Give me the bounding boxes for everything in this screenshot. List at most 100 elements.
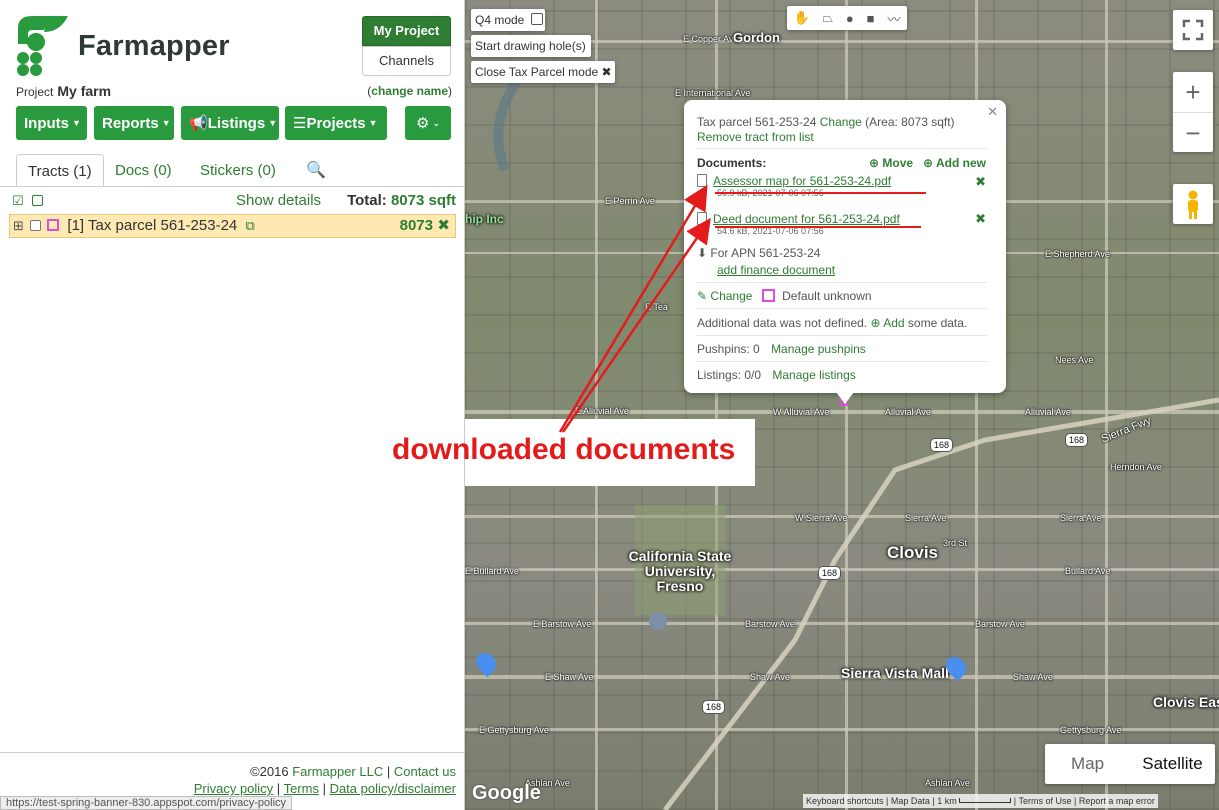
keyboard-shortcuts-link[interactable]: Keyboard shortcuts: [806, 796, 884, 806]
file-icon: [697, 174, 707, 187]
copy-icon[interactable]: ⧉: [245, 218, 254, 233]
tab-tracts[interactable]: Tracts (1): [16, 154, 104, 187]
manage-pushpins-link[interactable]: Manage pushpins: [771, 342, 866, 356]
parcel-info-popup: ✕ Tax parcel 561-253-24 Change (Area: 80…: [684, 100, 1006, 393]
contact-link[interactable]: Contact us: [394, 764, 456, 779]
q4-mode-checkbox[interactable]: [530, 13, 543, 25]
plus-circle-icon: ⊕: [870, 316, 881, 330]
company-link[interactable]: Farmapper LLC: [292, 764, 383, 779]
caret-down-icon: ▼: [368, 118, 378, 128]
inputs-menu-button[interactable]: Inputs ▼: [16, 106, 87, 140]
megaphone-icon: 📢: [189, 115, 208, 132]
total-area: Total: 8073 sqft: [347, 192, 456, 209]
terms-link[interactable]: Terms: [284, 781, 319, 796]
privacy-link[interactable]: Privacy policy: [194, 781, 273, 796]
road-label: E Bullard Ave: [465, 566, 519, 576]
close-tax-parcel-button[interactable]: Close Tax Parcel mode ✖: [471, 61, 615, 83]
road-label: Ashlan Ave: [925, 778, 970, 788]
document-link[interactable]: Deed document for 561-253-24.pdf: [713, 212, 900, 226]
polygon-icon[interactable]: ⏢: [823, 10, 833, 26]
place-label: Clovis: [887, 543, 939, 562]
start-drawing-holes-button[interactable]: Start drawing hole(s): [471, 35, 591, 57]
road-label: E Copper Ave: [683, 34, 739, 44]
add-finance-document-link[interactable]: add finance document: [717, 263, 835, 277]
tab-docs[interactable]: Docs (0): [104, 154, 183, 187]
tract-label[interactable]: [1] Tax parcel 561-253-24: [67, 217, 237, 234]
my-project-button[interactable]: My Project: [362, 16, 451, 46]
channels-button[interactable]: Channels: [362, 46, 451, 76]
fullscreen-button[interactable]: [1173, 10, 1213, 50]
remove-tract-icon[interactable]: ✖: [437, 215, 450, 237]
remove-tract-link[interactable]: Remove tract from list: [697, 130, 814, 144]
chevron-down-icon: ⌄: [432, 118, 440, 128]
highway-shield: 168: [818, 566, 842, 580]
tab-divider: [0, 186, 465, 187]
road-label: Herndon Ave: [1110, 462, 1162, 472]
road-label: W Sierra Ave: [795, 513, 848, 523]
street-view-pegman-icon[interactable]: [1173, 184, 1213, 224]
expand-icon[interactable]: ⊞: [13, 218, 24, 233]
project-row: Project My farm (change name): [16, 83, 452, 99]
search-icon[interactable]: 🔍: [295, 154, 337, 187]
uncheck-all-checkbox[interactable]: [31, 195, 43, 206]
school-pin-icon[interactable]: [649, 612, 667, 630]
parcel-color-swatch[interactable]: [47, 219, 60, 231]
apn-text: For APN 561-253-24: [710, 246, 821, 260]
add-new-document-button[interactable]: ⊕ Add new: [923, 156, 986, 170]
listings-menu-button[interactable]: 📢Listings ▼: [181, 106, 279, 140]
rectangle-icon[interactable]: ■: [867, 11, 875, 26]
road-label: Alluvial Ave: [885, 407, 931, 417]
road-label: Barstow Ave: [745, 619, 795, 629]
terms-of-use-link[interactable]: Terms of Use: [1018, 796, 1071, 806]
road-label: Alluvial Ave: [1025, 407, 1071, 417]
circle-icon[interactable]: ●: [846, 11, 854, 26]
map-data-link[interactable]: Map Data: [891, 796, 930, 806]
map-type-satellite-button[interactable]: Satellite: [1130, 744, 1215, 784]
change-parcel-link[interactable]: Change: [820, 115, 862, 129]
report-map-error-link[interactable]: Report a map error: [1079, 796, 1155, 806]
parcel-color-swatch[interactable]: [761, 289, 775, 302]
farmapper-logo-icon: [17, 16, 68, 76]
gears-icon: ⚙: [416, 115, 430, 132]
zoom-in-button[interactable]: +: [1173, 72, 1213, 112]
fullscreen-icon: [1182, 19, 1204, 41]
polyline-icon[interactable]: 〰: [887, 9, 900, 28]
tab-stickers[interactable]: Stickers (0): [189, 154, 287, 187]
close-popup-icon[interactable]: ✕: [987, 104, 998, 120]
projects-menu-button[interactable]: ☰Projects ▼: [285, 106, 387, 140]
map-type-control: Map Satellite: [1045, 744, 1215, 784]
caret-down-icon: ▼: [161, 118, 171, 128]
pushpins-count: Pushpins: 0: [697, 342, 760, 356]
highlight-underline: [715, 226, 921, 228]
place-label: Gordon: [733, 30, 780, 45]
settings-menu-button[interactable]: ⚙ ⌄: [405, 106, 451, 140]
data-policy-link[interactable]: Data policy/disclaimer: [330, 781, 456, 796]
manage-listings-link[interactable]: Manage listings: [772, 368, 855, 382]
road-label: E Shepherd Ave: [1045, 249, 1110, 259]
close-icon: ✖: [601, 65, 612, 79]
road-label: Shaw Ave: [1013, 672, 1053, 682]
tract-row[interactable]: ⊞ [1] Tax parcel 561-253-24 ⧉ 8073 ✖: [9, 214, 456, 238]
caret-down-icon: ▼: [268, 118, 278, 128]
show-details-link[interactable]: Show details: [236, 192, 321, 209]
zoom-out-button[interactable]: −: [1173, 112, 1213, 152]
move-documents-button[interactable]: ⊕ Move: [869, 156, 913, 170]
delete-document-icon[interactable]: ✖: [975, 211, 986, 227]
add-data-link[interactable]: ⊕ Add: [870, 316, 904, 330]
map-type-map-button[interactable]: Map: [1045, 744, 1130, 784]
road-label: Gettysburg Ave: [1060, 725, 1122, 735]
edit-style-link[interactable]: ✎ Change: [697, 289, 752, 303]
hand-icon[interactable]: ✋: [793, 10, 809, 26]
reports-menu-button[interactable]: Reports ▼: [94, 106, 174, 140]
map-canvas[interactable]: E Copper Ave Gordon E International Ave …: [465, 0, 1219, 810]
document-link[interactable]: Assessor map for 561-253-24.pdf: [713, 174, 891, 188]
delete-document-icon[interactable]: ✖: [975, 174, 986, 190]
check-all-icon[interactable]: ☑: [12, 193, 24, 208]
road-label: Shaw Ave: [750, 672, 790, 682]
road-label: E Perrin Ave: [605, 196, 655, 206]
zoom-control: + −: [1173, 72, 1213, 152]
road-label: Bullard Ave: [1065, 566, 1111, 576]
change-name-link[interactable]: (change name): [367, 84, 452, 98]
tract-checkbox[interactable]: [30, 220, 42, 231]
q4-mode-toggle[interactable]: Q4 mode: [471, 9, 545, 31]
